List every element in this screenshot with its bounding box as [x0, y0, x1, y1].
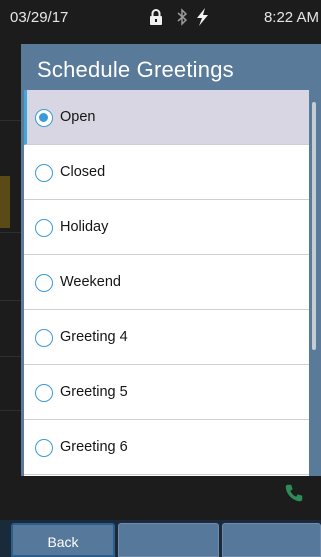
softkey-2[interactable]: [118, 523, 219, 557]
radio-icon[interactable]: [35, 219, 53, 237]
lock-icon: [150, 9, 162, 25]
status-date: 03/29/17: [10, 9, 69, 26]
bluetooth-icon: [177, 8, 188, 26]
charging-bolt-icon: [197, 8, 208, 26]
radio-icon[interactable]: [35, 274, 53, 292]
radio-icon[interactable]: [35, 164, 53, 182]
option-label: Closed: [60, 164, 106, 180]
back-button[interactable]: Back: [11, 523, 115, 557]
option-label: Greeting 6: [60, 439, 128, 455]
option-label: Weekend: [60, 274, 121, 290]
option-greeting-5[interactable]: Greeting 5: [24, 365, 309, 420]
softkey-3[interactable]: [222, 523, 321, 557]
option-holiday[interactable]: Holiday: [24, 200, 309, 255]
option-label: Holiday: [60, 219, 109, 235]
option-label: Greeting 4: [60, 329, 128, 345]
radio-icon[interactable]: [35, 329, 53, 347]
radio-icon[interactable]: [35, 384, 53, 402]
status-bar: 03/29/17 8:22 AM: [10, 6, 319, 30]
option-closed[interactable]: Closed: [24, 145, 309, 200]
background-highlight: [0, 176, 10, 228]
option-label: Greeting 5: [60, 384, 128, 400]
list-scrollbar[interactable]: [312, 102, 316, 350]
dialog-title: Schedule Greetings: [37, 57, 234, 82]
radio-icon[interactable]: [35, 439, 53, 457]
option-greeting-6[interactable]: Greeting 6: [24, 420, 309, 475]
option-label: Open: [60, 109, 96, 125]
softkey-bar: Back: [0, 520, 321, 557]
radio-selected-icon[interactable]: [35, 109, 53, 127]
option-open[interactable]: Open: [24, 90, 309, 145]
option-weekend[interactable]: Weekend: [24, 255, 309, 310]
option-greeting-4[interactable]: Greeting 4: [24, 310, 309, 365]
schedule-greetings-dialog: Schedule Greetings Open Closed Holiday W…: [21, 44, 321, 476]
phone-call-icon[interactable]: [283, 482, 305, 504]
greeting-options-list[interactable]: Open Closed Holiday Weekend Greeting 4 G…: [24, 90, 309, 476]
device-screen: 03/29/17 8:22 AM Schedule Greetings Open: [0, 0, 321, 557]
status-time: 8:22 AM: [263, 9, 319, 26]
